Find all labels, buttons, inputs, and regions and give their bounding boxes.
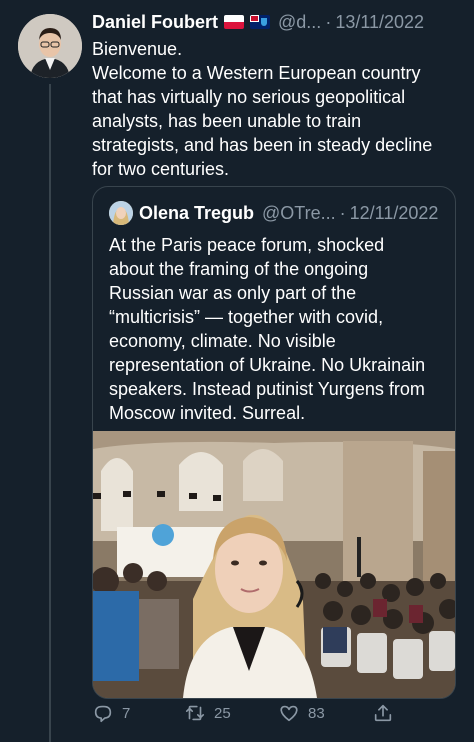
quoted-author-name: Olena Tregub bbox=[139, 202, 255, 223]
quoted-avatar bbox=[109, 201, 133, 225]
tweet-header: Daniel Foubert @d... · 13/11/2022 bbox=[92, 8, 462, 36]
quoted-tweet-text: At the Paris peace forum, shocked about … bbox=[109, 235, 426, 423]
poland-flag-icon bbox=[224, 15, 245, 29]
retweet-count: 25 bbox=[214, 704, 231, 722]
tweet-actions: 7 25 83 bbox=[92, 702, 454, 732]
conference-selfie-photo[interactable] bbox=[93, 431, 455, 698]
quoted-tweet-date: 12/11/2022 bbox=[349, 202, 439, 223]
heart-icon bbox=[280, 705, 298, 722]
retweet-icon bbox=[185, 705, 205, 721]
quoted-author-handle: @OTre... bbox=[262, 202, 336, 223]
tweet[interactable]: Daniel Foubert @d... · 13/11/2022 Bienve… bbox=[92, 8, 462, 181]
separator-dot: · bbox=[325, 11, 332, 32]
author-handle[interactable]: @d... bbox=[278, 12, 321, 33]
quoted-tweet-header: Olena Tregub @OTre... · 12/11/2022 bbox=[109, 201, 438, 225]
reply-count: 7 bbox=[122, 704, 131, 722]
like-count: 83 bbox=[308, 704, 325, 722]
thread-line bbox=[49, 84, 51, 742]
avatar[interactable] bbox=[18, 14, 82, 78]
share-icon bbox=[374, 704, 392, 722]
like-button[interactable]: 83 bbox=[278, 702, 325, 724]
quoted-tweet[interactable]: Olena Tregub @OTre... · 12/11/2022 At th… bbox=[92, 186, 456, 699]
share-button[interactable] bbox=[372, 702, 394, 724]
tweet-text: Bienvenue. Welcome to a Western European… bbox=[92, 39, 433, 179]
reply-button[interactable]: 7 bbox=[92, 702, 130, 724]
falkland-islands-flag-icon bbox=[250, 15, 271, 29]
tweet-date[interactable]: 13/11/2022 bbox=[335, 12, 424, 33]
reply-icon bbox=[94, 705, 112, 723]
retweet-button[interactable]: 25 bbox=[184, 702, 231, 724]
author-name[interactable]: Daniel Foubert bbox=[92, 12, 218, 33]
quoted-separator-dot: · bbox=[339, 202, 346, 223]
